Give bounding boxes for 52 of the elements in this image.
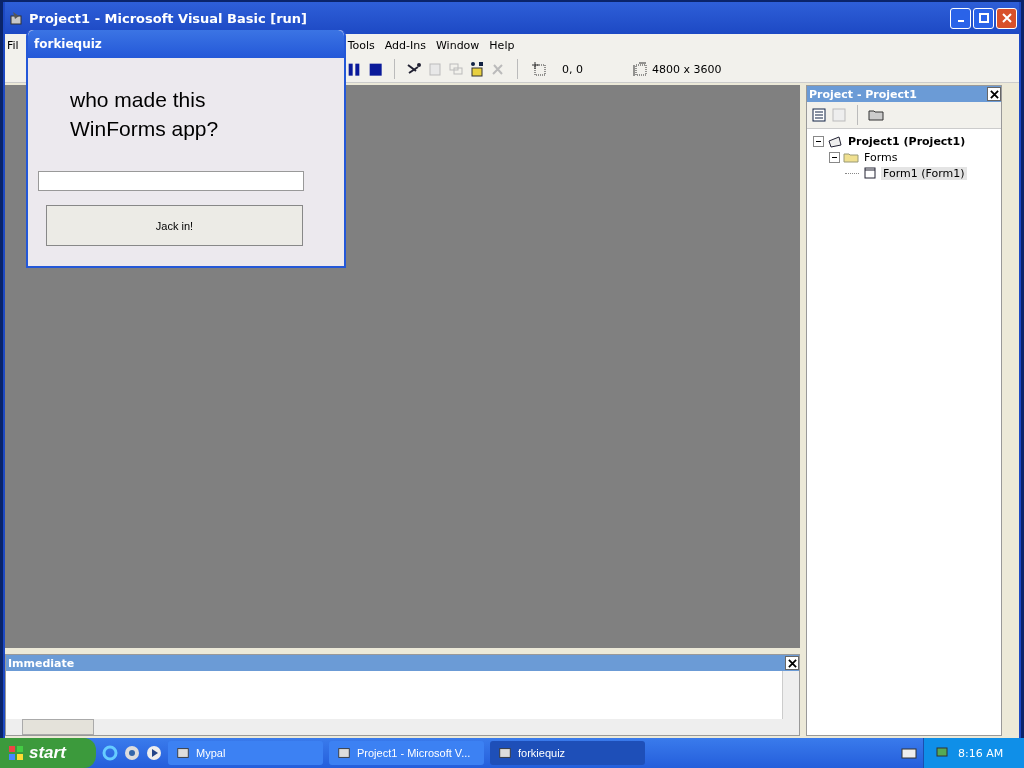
folder-icon[interactable] [868,107,884,123]
media-player-icon[interactable] [146,745,162,761]
tree-item[interactable]: Project1 (Project1) [846,134,968,148]
expander-icon[interactable] [829,151,840,163]
menu-item[interactable]: Window [430,38,485,52]
window-icon [337,746,351,760]
vertical-scrollbar[interactable] [782,671,799,719]
panel-title: Project - Project1 [809,87,917,101]
windows-flag-icon [8,745,24,761]
menu-item[interactable]: Fil [5,38,21,52]
panel-title: Immediate [8,656,75,670]
answer-field[interactable] [38,171,304,191]
maximize-icon [978,13,989,23]
horizontal-scrollbar[interactable] [6,719,799,735]
pause-icon[interactable] [346,61,362,77]
menu-item[interactable]: Tools [342,38,380,52]
tree-item[interactable]: Forms [862,150,900,164]
stop-icon[interactable] [367,61,383,77]
close-button[interactable] [987,87,1001,101]
menu-item[interactable]: Help [484,38,520,52]
start-button[interactable]: start [0,738,96,768]
form-icon [862,165,878,181]
taskbar-button[interactable]: Project1 - Microsoft V... [329,741,484,765]
project-icon [827,133,843,149]
submit-button[interactable]: Jack in! [46,205,303,246]
dialog-title: forkiequiz [34,37,102,51]
position-readout: 0, 0 [562,62,584,76]
minimize-button[interactable] [950,7,971,29]
app-icon [9,10,25,26]
close-icon [1001,13,1012,23]
keyboard-icon[interactable] [901,745,917,761]
minimize-icon [957,20,964,22]
position-icon [531,61,547,77]
browser-icon[interactable] [102,745,118,761]
size-readout: 4800 x 3600 [652,62,722,76]
size-icon [631,61,647,77]
close-button[interactable] [785,656,799,670]
taskbar-button[interactable]: Mypal [168,741,323,765]
taskbar-button[interactable]: forkiequiz [490,741,645,765]
window-title: Project1 - Microsoft Visual Basic [run] [29,10,307,26]
clock: 8:16 AM [958,746,1004,760]
app-icon[interactable] [124,745,140,761]
question-label: who made this WinForms app? [70,87,220,142]
expander-icon[interactable] [813,135,824,147]
window-icon [498,746,512,760]
tree-item[interactable]: Form1 (Form1) [881,166,967,180]
object-browser-icon[interactable] [469,61,485,77]
window-icon [176,746,190,760]
project-explorer-icon[interactable] [406,61,422,77]
menu-item[interactable]: Add-Ins [379,38,431,52]
view-code-icon[interactable] [811,107,827,123]
maximize-button[interactable] [973,7,994,29]
